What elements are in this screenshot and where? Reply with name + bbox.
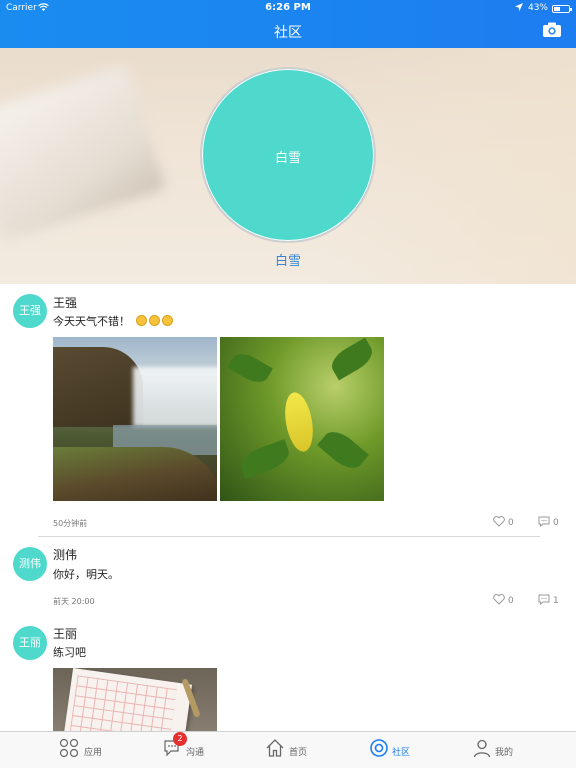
status-bar: Carrier 6:26 PM 43% (0, 0, 576, 18)
tab-label: 应用 (84, 748, 103, 758)
comment-count: 1 (553, 596, 559, 606)
tab-label: 首页 (289, 748, 308, 758)
community-icon (370, 739, 388, 757)
post-image-leaves[interactable] (220, 337, 384, 501)
profile-icon (473, 739, 491, 758)
profile-avatar-text: 白雪 (274, 151, 301, 166)
tab-label: 我的 (495, 748, 514, 758)
home-icon (266, 739, 284, 757)
post-divider (38, 536, 540, 537)
battery-icon (552, 5, 572, 13)
post-author[interactable]: 王丽 (53, 625, 77, 642)
status-time: 6:26 PM (265, 2, 311, 13)
like-count: 0 (508, 596, 514, 606)
tab-apps[interactable]: 应用 (59, 738, 109, 762)
post-text: 今天天气不错！ (53, 313, 173, 329)
post-text: 你好，明天。 (53, 568, 119, 581)
location-arrow-icon (515, 3, 523, 11)
profile-cover: 白雪 白雪 (0, 48, 576, 284)
post-image-waterfall[interactable] (53, 337, 217, 501)
post-image-paper[interactable] (53, 668, 217, 732)
tab-label: 社区 (392, 748, 411, 758)
comment-count: 0 (553, 518, 559, 528)
comment-button[interactable]: 1 (538, 594, 559, 606)
like-button[interactable]: 0 (493, 594, 514, 606)
battery-percent: 43% (527, 3, 548, 13)
tab-community[interactable]: 社区 (369, 738, 419, 762)
apps-icon (59, 738, 79, 758)
cover-background-book (0, 64, 166, 242)
heart-icon (493, 594, 505, 605)
post-time: 前天 20:00 (53, 597, 95, 606)
smile-emoji-icon (148, 315, 160, 326)
tab-bar: 应用 2 沟通 首页 社区 我的 (0, 731, 576, 768)
community-feed[interactable]: 王强 王强 今天天气不错！ 50分钟前 0 0 测伟 测伟 你好，明天。 前天 … (0, 284, 576, 732)
smile-emoji-icon (135, 315, 147, 326)
unread-badge: 2 (173, 732, 187, 746)
top-bar: Carrier 6:26 PM 43% 社区 (0, 0, 576, 48)
page-title: 社区 (274, 25, 302, 41)
profile-name[interactable]: 白雪 (0, 250, 576, 269)
tab-chat[interactable]: 2 沟通 (163, 732, 213, 762)
post-avatar[interactable]: 王丽 (13, 626, 47, 660)
post-avatar[interactable]: 测伟 (13, 547, 47, 581)
like-count: 0 (508, 518, 514, 528)
post-author[interactable]: 王强 (53, 294, 77, 311)
like-button[interactable]: 0 (493, 516, 514, 528)
post-time: 50分钟前 (53, 519, 88, 528)
comment-icon (538, 516, 550, 528)
profile-avatar[interactable]: 白雪 (200, 67, 376, 243)
camera-icon[interactable] (542, 22, 562, 38)
post-avatar[interactable]: 王强 (13, 294, 47, 328)
tab-profile[interactable]: 我的 (472, 738, 522, 762)
tab-home[interactable]: 首页 (265, 738, 315, 762)
comment-button[interactable]: 0 (538, 516, 559, 528)
post-text: 练习吧 (53, 646, 86, 659)
tab-label: 沟通 (186, 748, 205, 758)
post-text-content: 今天天气不错！ (53, 315, 130, 328)
comment-icon (538, 594, 550, 606)
smile-emoji-icon (161, 315, 173, 326)
post-author[interactable]: 测伟 (53, 546, 77, 563)
heart-icon (493, 516, 505, 527)
